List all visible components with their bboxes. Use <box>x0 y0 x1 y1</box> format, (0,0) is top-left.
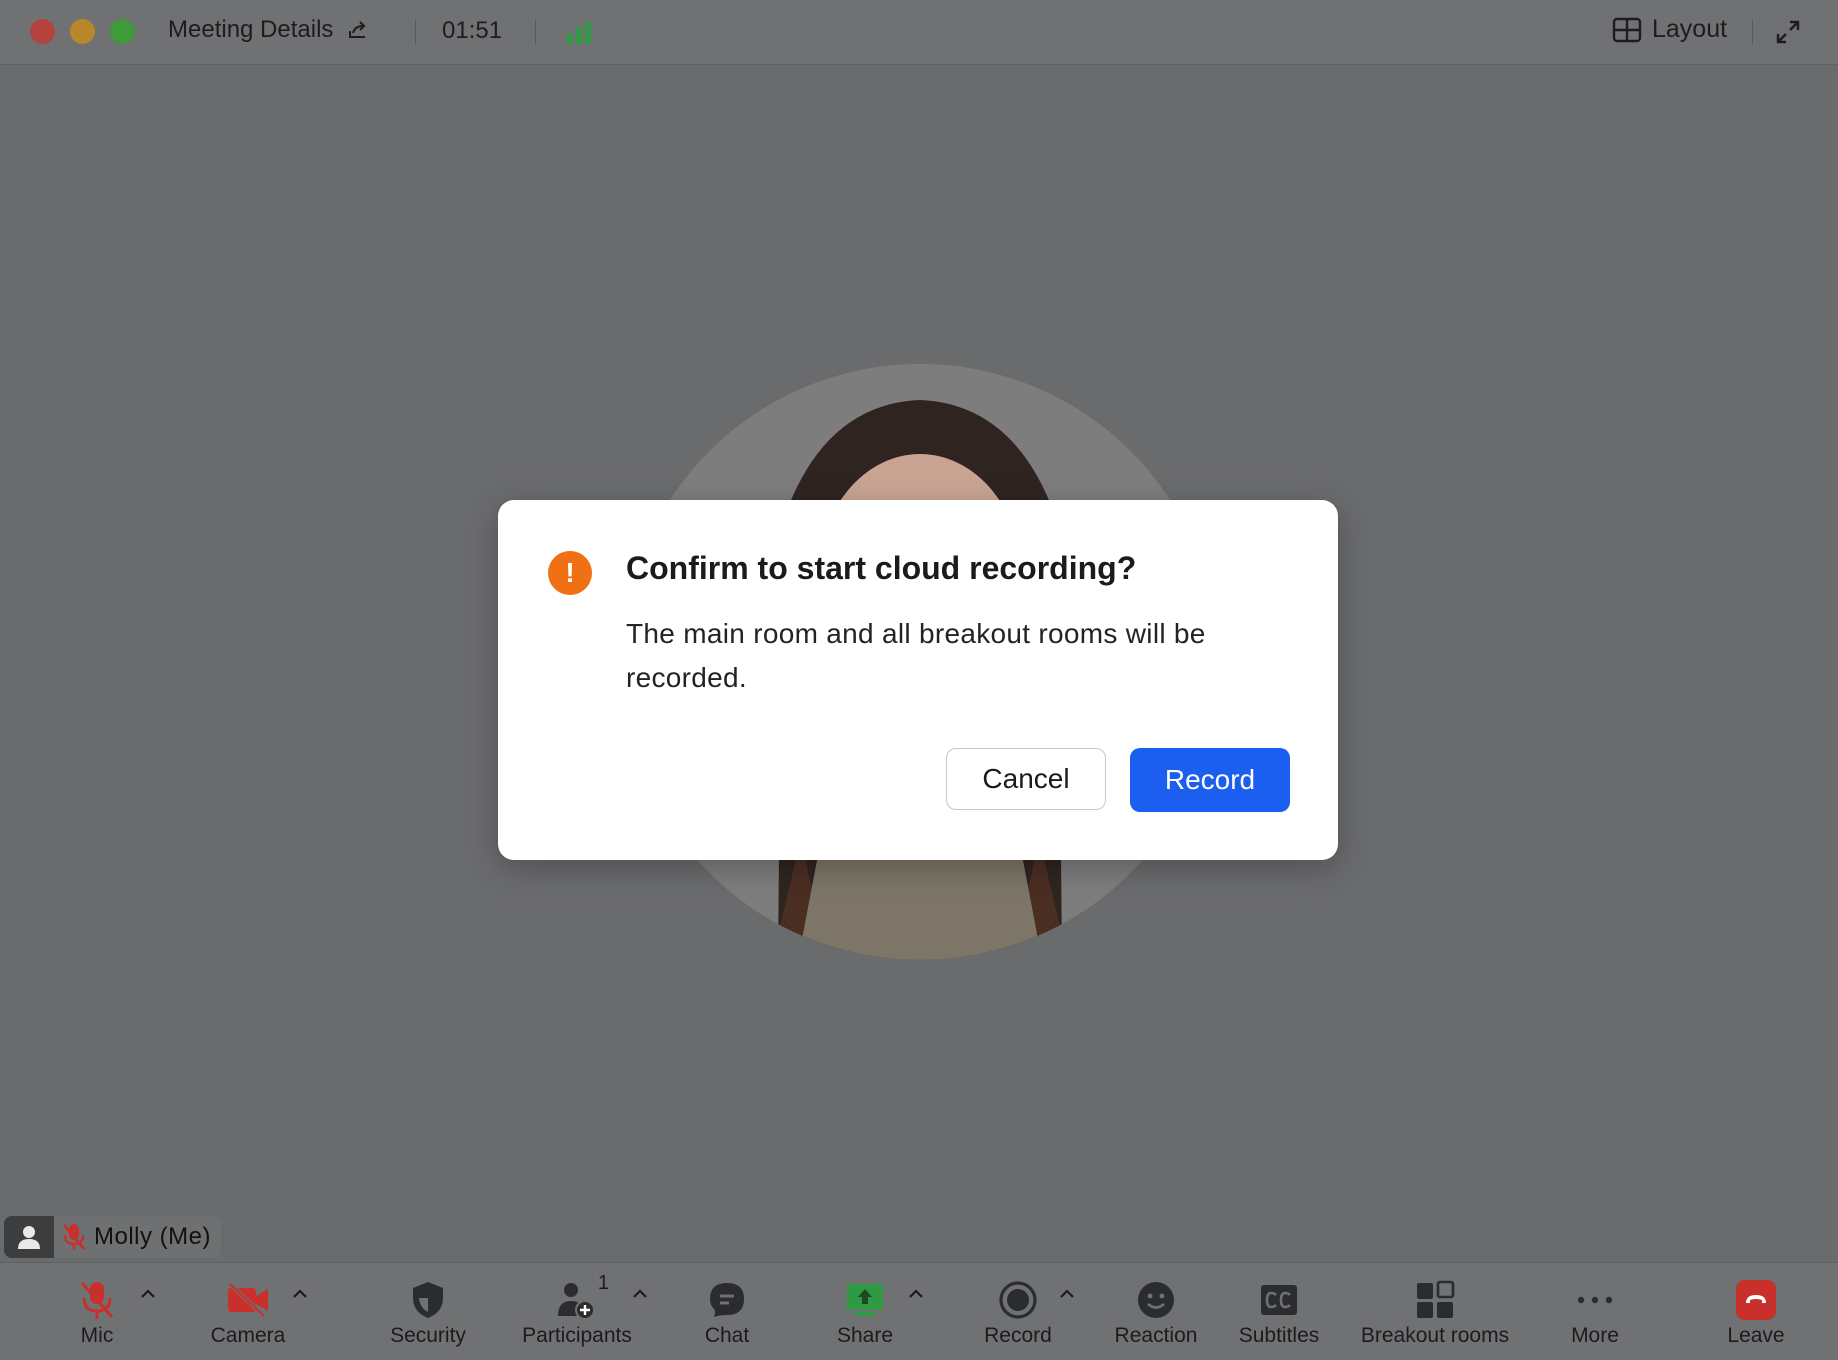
participants-options-chevron-icon[interactable] <box>631 1285 649 1303</box>
divider <box>1752 20 1753 44</box>
meeting-details-button[interactable]: Meeting Details <box>168 16 369 44</box>
breakout-rooms-button[interactable]: Breakout rooms <box>1360 1263 1510 1360</box>
meeting-toolbar: Mic Camera Security 1 Participants Chat … <box>0 1262 1838 1360</box>
chat-label: Chat <box>704 1324 750 1347</box>
layout-label: Layout <box>1652 15 1728 43</box>
layout-button[interactable]: Layout <box>1612 15 1727 44</box>
record-options-chevron-icon[interactable] <box>1058 1285 1076 1303</box>
participants-button[interactable]: 1 Participants <box>520 1263 634 1360</box>
chat-button[interactable]: Chat <box>700 1263 754 1360</box>
warning-icon: ! <box>548 551 592 595</box>
record-label: Record <box>984 1324 1052 1347</box>
add-participant-icon: 1 <box>557 1272 609 1322</box>
divider <box>415 20 416 44</box>
reaction-button[interactable]: Reaction <box>1112 1263 1200 1360</box>
security-label: Security <box>390 1324 466 1347</box>
hang-up-icon <box>1735 1278 1777 1322</box>
breakout-rooms-label: Breakout rooms <box>1360 1324 1510 1347</box>
subtitles-label: Subtitles <box>1238 1324 1320 1347</box>
closed-captions-icon <box>1259 1278 1299 1322</box>
title-bar: Meeting Details 01:51 Layout <box>0 0 1838 65</box>
record-confirm-button[interactable]: Record <box>1130 748 1290 812</box>
user-icon <box>4 1216 54 1258</box>
share-label: Share <box>836 1324 894 1347</box>
participants-count: 1 <box>597 1272 609 1294</box>
mic-options-chevron-icon[interactable] <box>139 1285 157 1303</box>
share-out-icon <box>349 21 366 38</box>
shield-icon <box>410 1278 446 1322</box>
share-options-chevron-icon[interactable] <box>907 1285 925 1303</box>
record-icon <box>998 1278 1038 1322</box>
divider <box>535 20 536 44</box>
maximize-window-button[interactable] <box>110 19 135 44</box>
leave-label: Leave <box>1727 1324 1785 1347</box>
minimize-window-button[interactable] <box>70 19 95 44</box>
camera-off-icon <box>226 1278 270 1322</box>
mic-label: Mic <box>80 1324 114 1347</box>
cancel-button[interactable]: Cancel <box>946 748 1106 810</box>
confirm-recording-dialog: ! Confirm to start cloud recording? The … <box>498 500 1338 860</box>
chat-bubble-icon <box>708 1278 746 1322</box>
meeting-window: Meeting Details 01:51 Layout ! Confirm t… <box>0 0 1838 1360</box>
camera-label: Camera <box>210 1324 286 1347</box>
meeting-details-label: Meeting Details <box>168 16 334 43</box>
security-button[interactable]: Security <box>384 1263 472 1360</box>
more-dots-icon <box>1575 1278 1615 1322</box>
fullscreen-icon[interactable] <box>1774 18 1802 46</box>
camera-button[interactable]: Camera <box>208 1263 288 1360</box>
grid-layout-icon <box>1612 17 1642 42</box>
mic-muted-icon <box>77 1278 117 1322</box>
dialog-title: Confirm to start cloud recording? <box>626 550 1137 586</box>
meeting-timer: 01:51 <box>442 17 503 44</box>
subtitles-button[interactable]: Subtitles <box>1236 1263 1322 1360</box>
share-button[interactable]: Share <box>836 1263 894 1360</box>
more-button[interactable]: More <box>1568 1263 1622 1360</box>
mic-button[interactable]: Mic <box>72 1263 122 1360</box>
close-window-button[interactable] <box>30 19 55 44</box>
breakout-rooms-icon <box>1415 1278 1455 1322</box>
dialog-message: The main room and all breakout rooms wil… <box>626 618 1206 693</box>
smiley-icon <box>1136 1278 1176 1322</box>
record-button[interactable]: Record <box>982 1263 1054 1360</box>
participant-name: Molly (Me) <box>94 1223 211 1250</box>
more-label: More <box>1571 1324 1619 1347</box>
mic-muted-icon <box>54 1216 94 1258</box>
participants-label: Participants <box>522 1324 632 1347</box>
camera-options-chevron-icon[interactable] <box>291 1285 309 1303</box>
window-controls <box>30 19 135 44</box>
reaction-label: Reaction <box>1114 1324 1198 1347</box>
participant-name-tag: Molly (Me) <box>4 1216 221 1258</box>
leave-button[interactable]: Leave <box>1726 1263 1786 1360</box>
share-screen-icon <box>845 1278 885 1322</box>
network-signal-icon[interactable] <box>565 20 593 44</box>
